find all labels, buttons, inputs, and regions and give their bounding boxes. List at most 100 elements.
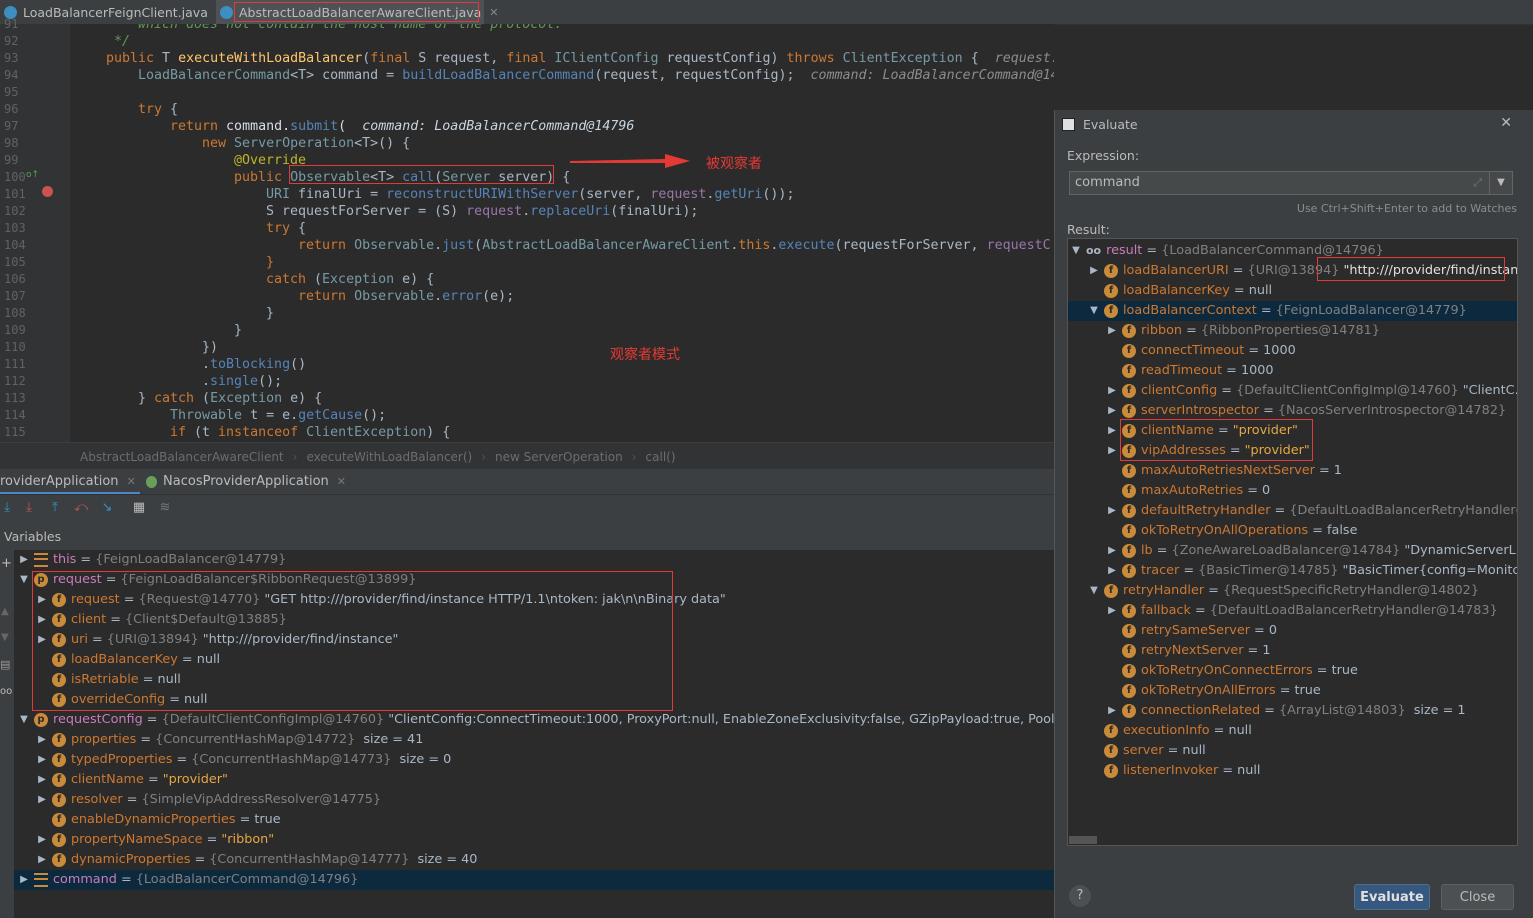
- code-editor[interactable]: * which does not contain the host name o…: [70, 24, 1054, 442]
- expand-icon[interactable]: ▶: [1106, 561, 1118, 581]
- tree-row[interactable]: f okToRetryOnAllOperations = false: [1068, 521, 1517, 541]
- breakpoint-icon[interactable]: [42, 186, 53, 197]
- horizontal-scrollbar[interactable]: [1069, 836, 1097, 844]
- tree-row[interactable]: f server = null: [1068, 741, 1517, 761]
- tree-row[interactable]: ▶ f resolver = {SimpleVipAddressResolver@1…: [14, 790, 1054, 810]
- expand-icon[interactable]: ▶: [1106, 421, 1118, 441]
- expand-icon[interactable]: ▶: [1088, 261, 1100, 281]
- breadcrumb-item[interactable]: new ServerOperation: [495, 450, 623, 464]
- copy-icon[interactable]: ▤: [0, 658, 10, 671]
- tree-row[interactable]: f isRetriable = null: [14, 670, 1054, 690]
- collapse-icon[interactable]: ▼: [1088, 581, 1100, 601]
- tree-row[interactable]: f maxAutoRetries = 0: [1068, 481, 1517, 501]
- variables-tree[interactable]: ▶ this = {FeignLoadBalancer@14779} ▼ p reque…: [14, 550, 1054, 918]
- tree-row[interactable]: f maxAutoRetriesNextServer = 1: [1068, 461, 1517, 481]
- collapse-icon[interactable]: ▼: [1070, 241, 1082, 261]
- collapse-icon[interactable]: ▼: [18, 570, 30, 590]
- tree-row[interactable]: ▶ f typedProperties = {ConcurrentHashMap@1…: [14, 750, 1054, 770]
- tree-row[interactable]: ▶ this = {FeignLoadBalancer@14779}: [14, 550, 1054, 570]
- collapse-icon[interactable]: ▼: [1088, 301, 1100, 321]
- breadcrumb-item[interactable]: executeWithLoadBalancer(): [306, 450, 472, 464]
- add-watch-icon[interactable]: +: [1, 556, 12, 571]
- expand-icon[interactable]: ▶: [1106, 441, 1118, 461]
- tree-row[interactable]: ▶ f propertyNameSpace = "ribbon": [14, 830, 1054, 850]
- expand-icon[interactable]: ⤢: [1473, 172, 1482, 194]
- step-out-icon[interactable]: ⤒: [48, 501, 62, 515]
- expand-icon[interactable]: ▶: [1106, 601, 1118, 621]
- expand-icon[interactable]: ▶: [1106, 501, 1118, 521]
- tree-row[interactable]: ▶ f serverIntrospector = {NacosServerIntro…: [1068, 401, 1517, 421]
- move-up-icon[interactable]: ▲: [1, 606, 9, 617]
- collapse-icon[interactable]: ▼: [18, 710, 30, 730]
- run-to-cursor-icon[interactable]: ↘: [100, 501, 114, 515]
- tree-row[interactable]: ▶ f dynamicProperties = {ConcurrentHashMap…: [14, 850, 1054, 870]
- tree-row[interactable]: f connectTimeout = 1000: [1068, 341, 1517, 361]
- override-marker-icon[interactable]: o↑: [26, 170, 39, 180]
- breadcrumb-item[interactable]: call(): [646, 450, 676, 464]
- tree-row[interactable]: ▼ f loadBalancerContext = {FeignLoadBalanc…: [1068, 301, 1517, 321]
- tree-row[interactable]: ▶ f ribbon = {RibbonProperties@14781}: [1068, 321, 1517, 341]
- tree-row[interactable]: ▶ f clientName = "provider": [1068, 421, 1517, 441]
- tree-row[interactable]: f executionInfo = null: [1068, 721, 1517, 741]
- tab-abstract-loadbalancer-aware-client[interactable]: AbstractLoadBalancerAwareClient.java ✕: [216, 0, 499, 24]
- tree-row[interactable]: f listenerInvoker = null: [1068, 761, 1517, 781]
- tree-row[interactable]: ▶ f fallback = {DefaultLoadBalancerRetryHa…: [1068, 601, 1517, 621]
- tree-row[interactable]: f okToRetryOnConnectErrors = true: [1068, 661, 1517, 681]
- tree-row[interactable]: ▶ f client = {Client$Default@13885}: [14, 610, 1054, 630]
- expand-icon[interactable]: ▶: [36, 730, 48, 750]
- tree-row[interactable]: ▶ f clientConfig = {DefaultClientConfigImp…: [1068, 381, 1517, 401]
- tree-row[interactable]: f readTimeout = 1000: [1068, 361, 1517, 381]
- tree-row[interactable]: ▶ f lb = {ZoneAwareLoadBalancer@14784} "Dy…: [1068, 541, 1517, 561]
- evaluate-expression-icon[interactable]: ▦: [132, 501, 146, 515]
- expand-icon[interactable]: ▶: [18, 550, 30, 570]
- close-tab-icon[interactable]: ✕: [489, 6, 498, 19]
- step-into-icon[interactable]: ⤓: [22, 501, 36, 515]
- expand-icon[interactable]: ▶: [18, 870, 30, 890]
- expand-icon[interactable]: ▶: [36, 750, 48, 770]
- tree-row[interactable]: ▶ f clientName = "provider": [14, 770, 1054, 790]
- expand-icon[interactable]: ▶: [1106, 321, 1118, 341]
- tree-row[interactable]: ▶ f connectionRelated = {ArrayList@14803} …: [1068, 701, 1517, 721]
- expand-icon[interactable]: ▶: [36, 610, 48, 630]
- expand-icon[interactable]: ▶: [36, 590, 48, 610]
- evaluate-button[interactable]: Evaluate: [1354, 884, 1430, 910]
- tree-row[interactable]: ▶ f vipAddresses = "provider": [1068, 441, 1517, 461]
- tree-row[interactable]: ▶ f request = {Request@14770} "GET http://…: [14, 590, 1054, 610]
- tree-row[interactable]: ▼ f retryHandler = {RequestSpecificRetryHa…: [1068, 581, 1517, 601]
- tree-row[interactable]: ▶ f uri = {URI@13894} "http:///provider/fi…: [14, 630, 1054, 650]
- history-dropdown-icon[interactable]: ▼: [1489, 172, 1512, 194]
- expand-icon[interactable]: ▶: [36, 790, 48, 810]
- tree-row[interactable]: ▼ oo result = {LoadBalancerCommand@14796}: [1068, 241, 1517, 261]
- watches-icon[interactable]: oo: [0, 686, 12, 697]
- tree-row[interactable]: ▼ p request = {FeignLoadBalancer$RibbonReq…: [14, 570, 1054, 590]
- debug-tab-provider[interactable]: roviderApplication ✕: [0, 469, 140, 494]
- debug-tab-nacos-provider[interactable]: NacosProviderApplication ✕: [146, 469, 346, 494]
- step-over-icon[interactable]: ⤓: [0, 501, 14, 515]
- tree-row[interactable]: f loadBalancerKey = null: [1068, 281, 1517, 301]
- expand-icon[interactable]: ▶: [36, 770, 48, 790]
- expression-input[interactable]: command ⤢ ▼: [1069, 171, 1513, 195]
- close-tab-icon[interactable]: ✕: [337, 469, 346, 494]
- drop-frame-icon[interactable]: ⤺: [74, 501, 88, 515]
- move-down-icon[interactable]: ▼: [1, 632, 9, 643]
- tree-row[interactable]: f overrideConfig = null: [14, 690, 1054, 710]
- tree-row[interactable]: ▶ f defaultRetryHandler = {DefaultLoadBala…: [1068, 501, 1517, 521]
- tree-row[interactable]: ▶ f tracer = {BasicTimer@14785} "BasicTime…: [1068, 561, 1517, 581]
- trace-current-stream-icon[interactable]: ≋: [158, 501, 172, 515]
- close-button[interactable]: Close: [1441, 884, 1514, 910]
- tree-row[interactable]: f loadBalancerKey = null: [14, 650, 1054, 670]
- tree-row[interactable]: f retryNextServer = 1: [1068, 641, 1517, 661]
- expand-icon[interactable]: ▶: [1106, 541, 1118, 561]
- expand-icon[interactable]: ▶: [36, 850, 48, 870]
- tree-row[interactable]: f enableDynamicProperties = true: [14, 810, 1054, 830]
- expand-icon[interactable]: ▶: [1106, 701, 1118, 721]
- expand-icon[interactable]: ▶: [36, 630, 48, 650]
- tree-row[interactable]: f okToRetryOnAllErrors = true: [1068, 681, 1517, 701]
- breadcrumb-item[interactable]: AbstractLoadBalancerAwareClient: [80, 450, 284, 464]
- expand-icon[interactable]: ▶: [36, 830, 48, 850]
- tree-row[interactable]: ▶ f loadBalancerURI = {URI@13894} "http://…: [1068, 261, 1517, 281]
- tree-row[interactable]: ▶ command = {LoadBalancerCommand@14796}: [14, 870, 1054, 890]
- tree-row[interactable]: ▶ f properties = {ConcurrentHashMap@14772}…: [14, 730, 1054, 750]
- result-tree[interactable]: ▼ oo result = {LoadBalancerCommand@14796} ▶…: [1067, 238, 1518, 846]
- close-tab-icon[interactable]: ✕: [127, 475, 136, 488]
